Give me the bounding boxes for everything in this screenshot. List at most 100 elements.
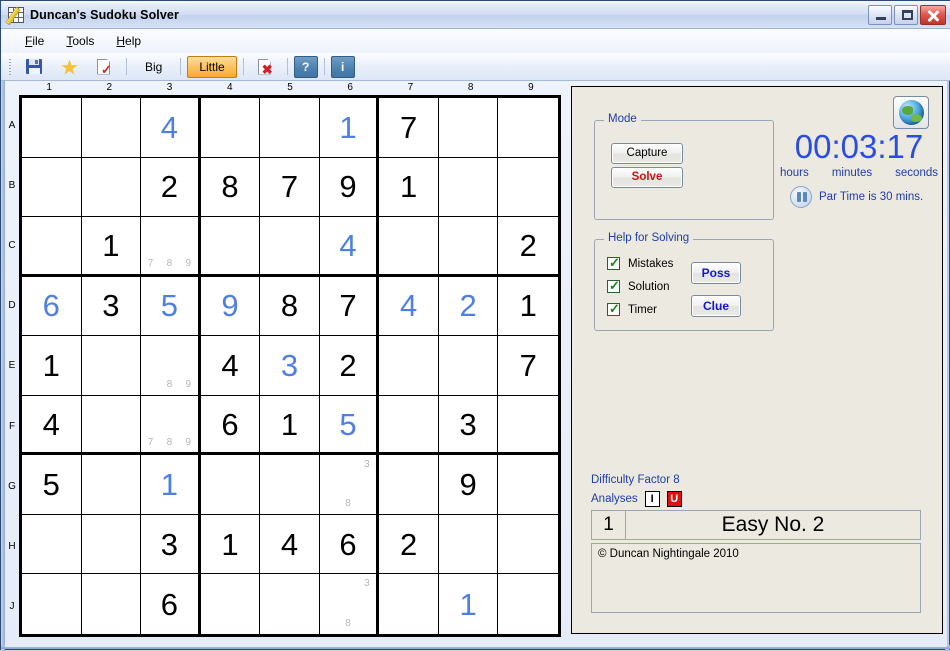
cell-B6[interactable]: 9 [319, 157, 380, 218]
cell-H9[interactable] [498, 515, 558, 575]
checkbox-timer-box[interactable] [607, 301, 620, 316]
cell-F8[interactable]: 3 [438, 395, 499, 456]
analysis-i-button[interactable]: I [644, 491, 660, 507]
cell-D1[interactable]: 6 [22, 276, 82, 337]
cell-H3[interactable]: 3 [141, 514, 201, 575]
cell-J5[interactable] [260, 574, 320, 634]
cell-F7[interactable] [379, 395, 439, 456]
clue-button[interactable]: Clue [691, 295, 741, 317]
save-button[interactable] [18, 56, 50, 78]
cell-B3[interactable]: 2 [141, 157, 201, 218]
cell-A4[interactable] [200, 98, 261, 158]
cell-B7[interactable]: 1 [379, 157, 439, 218]
cell-H8[interactable] [438, 514, 499, 575]
cell-A2[interactable] [81, 98, 142, 158]
menu-help[interactable]: Help [106, 31, 151, 51]
info-button[interactable]: i [330, 55, 355, 78]
cell-E6[interactable]: 2 [319, 336, 380, 396]
little-numbers-button[interactable]: Little [187, 55, 237, 78]
cell-F1[interactable]: 4 [22, 395, 82, 456]
cell-D9[interactable]: 1 [498, 277, 558, 337]
cell-G1[interactable]: 5 [22, 455, 82, 515]
cell-D3[interactable]: 5 [141, 276, 201, 337]
cell-J9[interactable] [498, 574, 558, 634]
cell-F2[interactable] [81, 395, 142, 456]
cell-B2[interactable] [81, 157, 142, 218]
big-numbers-button[interactable]: Big [133, 56, 174, 78]
cell-G6[interactable]: 38 [319, 455, 380, 515]
cell-A6[interactable]: 1 [319, 98, 380, 158]
toolbar-grip[interactable] [7, 58, 13, 76]
cell-H4[interactable]: 1 [200, 514, 261, 575]
solve-button[interactable]: Solve [611, 167, 683, 188]
cell-E3[interactable]: 89 [141, 336, 201, 396]
cell-F6[interactable]: 5 [319, 395, 380, 456]
cell-F3[interactable]: 789 [141, 395, 201, 456]
cell-E2[interactable] [81, 336, 142, 396]
close-button[interactable] [920, 4, 946, 25]
sudoku-grid[interactable]: 4172879117894263598742118943274789615351… [19, 95, 561, 637]
maximize-button[interactable] [894, 4, 918, 25]
cell-A7[interactable]: 7 [379, 98, 439, 158]
cell-H2[interactable] [81, 514, 142, 575]
checkbox-timer[interactable]: Timer [607, 301, 657, 316]
minimize-button[interactable] [868, 4, 892, 25]
cell-C1[interactable] [22, 217, 82, 277]
capture-button[interactable]: Capture [611, 143, 683, 164]
cell-B4[interactable]: 8 [200, 157, 261, 218]
menu-file[interactable]: File [15, 31, 54, 51]
cell-B5[interactable]: 7 [260, 157, 320, 218]
cell-J3[interactable]: 6 [141, 574, 201, 634]
menu-tools[interactable]: Tools [56, 31, 104, 51]
check-puzzle-button[interactable]: ✓ [89, 56, 120, 78]
checkbox-mistakes-box[interactable] [607, 255, 620, 270]
analysis-u-button[interactable]: U [666, 491, 682, 507]
cell-D4[interactable]: 9 [200, 276, 261, 337]
cell-G9[interactable] [498, 455, 558, 515]
cell-E7[interactable] [379, 336, 439, 396]
cell-C7[interactable] [379, 217, 439, 277]
cell-E8[interactable] [438, 336, 499, 396]
cell-A1[interactable] [22, 98, 82, 158]
cell-H5[interactable]: 4 [260, 514, 320, 575]
cell-D5[interactable]: 8 [260, 276, 320, 337]
checkbox-solution-box[interactable] [607, 278, 620, 293]
cell-D6[interactable]: 7 [319, 276, 380, 337]
cell-E1[interactable]: 1 [22, 336, 82, 396]
checkbox-mistakes[interactable]: Mistakes [607, 255, 673, 270]
cell-H7[interactable]: 2 [379, 514, 439, 575]
cell-C2[interactable]: 1 [81, 217, 142, 277]
cell-H1[interactable] [22, 514, 82, 575]
cell-E5[interactable]: 3 [260, 336, 320, 396]
cell-F4[interactable]: 6 [200, 395, 261, 456]
cell-E9[interactable]: 7 [498, 336, 558, 396]
cell-A5[interactable] [260, 98, 320, 158]
cell-C3[interactable]: 789 [141, 217, 201, 277]
cell-G3[interactable]: 1 [141, 455, 201, 515]
cell-D8[interactable]: 2 [438, 276, 499, 337]
cell-J7[interactable] [379, 574, 439, 634]
cell-E4[interactable]: 4 [200, 336, 261, 396]
cell-F9[interactable] [498, 396, 558, 456]
cell-A8[interactable] [438, 98, 499, 158]
cell-D7[interactable]: 4 [379, 276, 439, 337]
notes-box[interactable]: © Duncan Nightingale 2010 [591, 543, 921, 613]
cell-C9[interactable]: 2 [498, 217, 558, 277]
possibilities-button[interactable]: Poss [691, 262, 741, 284]
cell-J4[interactable] [201, 574, 261, 634]
cell-G7[interactable] [379, 455, 439, 515]
cell-C5[interactable] [260, 217, 320, 277]
cell-J6[interactable]: 38 [320, 574, 380, 634]
cell-J2[interactable] [82, 574, 142, 634]
cell-D2[interactable]: 3 [81, 276, 142, 337]
favourite-button[interactable] [53, 56, 86, 78]
clear-puzzle-button[interactable]: ✖ [250, 56, 281, 78]
cell-B1[interactable] [22, 157, 82, 218]
cell-B9[interactable] [498, 158, 558, 218]
cell-H6[interactable]: 6 [319, 514, 380, 575]
cell-G2[interactable] [81, 455, 142, 515]
cell-A9[interactable] [498, 98, 558, 158]
cell-C8[interactable] [438, 217, 499, 277]
pause-icon[interactable] [790, 186, 812, 208]
checkbox-solution[interactable]: Solution [607, 278, 670, 293]
